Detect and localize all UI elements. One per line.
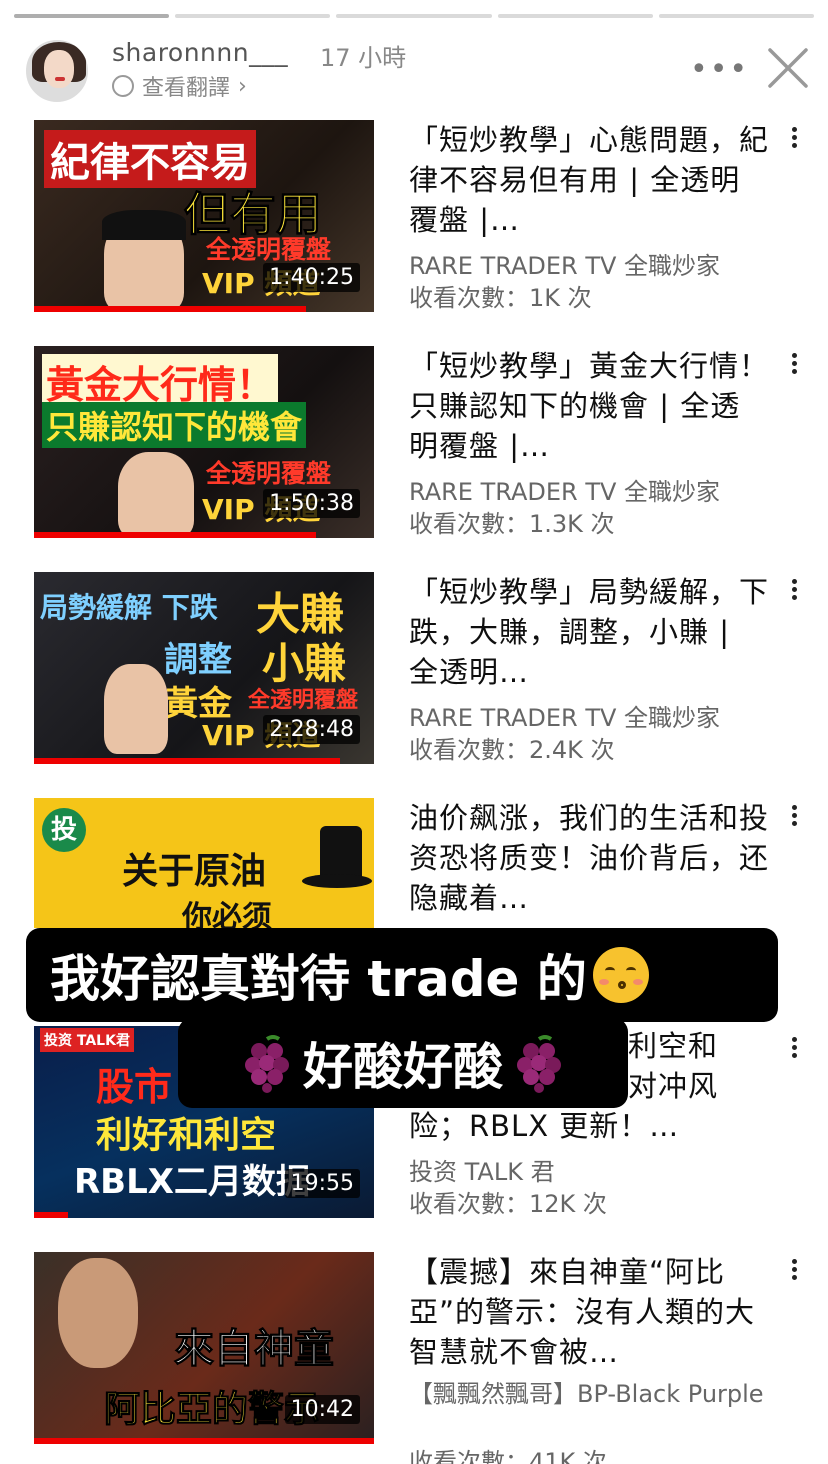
video-thumbnail[interactable]: 局勢緩解 下跌 調整 黃金 大賺 小賺 全透明覆盤 VIP 頻道 2:28:48 (34, 572, 374, 764)
video-title[interactable]: 「短炒教學」局勢緩解，下跌，大賺，調整，小賺 | 全透明… (409, 572, 769, 692)
video-thumbnail[interactable]: 投 关于原油 你必须 (34, 798, 374, 928)
kissing-face-emoji (592, 947, 649, 1003)
thumb-caption: 关于原油 (122, 851, 267, 892)
duration-badge: 10:42 (284, 1395, 360, 1424)
translate-icon (112, 75, 134, 97)
more-icon[interactable]: ••• (690, 52, 749, 87)
close-icon[interactable] (766, 46, 810, 90)
video-title[interactable]: 【震撼】來自神童“阿比亞”的警示：沒有人類的大智慧就不會被… (409, 1252, 769, 1372)
story-text-sticker[interactable]: 我好認真對待 trade 的 (26, 928, 778, 1022)
progress-segment (497, 14, 653, 18)
translate-link[interactable]: 查看翻譯 › (112, 70, 247, 102)
thumb-caption: RBLX二月数据 (74, 1162, 310, 1202)
translate-label: 查看翻譯 (142, 76, 231, 101)
kebab-icon[interactable] (782, 576, 806, 610)
channel-name[interactable]: RARE TRADER TV 全職炒家 (409, 472, 720, 507)
watch-progress-bar (34, 532, 317, 538)
sticker-text: 好酸好酸 (303, 1038, 503, 1096)
progress-segment (175, 14, 331, 18)
video-title[interactable]: 油价飙涨，我们的生活和投资恐将质变！油价背后，还隐藏着… (409, 798, 769, 918)
grape-emoji (517, 1035, 561, 1093)
video-item[interactable]: 來自神童 阿比亞的警示 10:42 【震撼】來自神童“阿比亞”的警示：沒有人類的… (0, 1252, 828, 1464)
grape-emoji (245, 1035, 289, 1093)
thumb-caption: 來自神童 (174, 1326, 335, 1373)
story-header: sharonnnn___ 17 小時 查看翻譯 › ••• (0, 20, 828, 110)
view-count: 收看次數：1K 次 (409, 284, 592, 312)
duration-badge: 1:40:25 (263, 263, 360, 292)
video-thumbnail[interactable]: 黃金大行情！ 只賺認知下的機會 全透明覆盤 VIP 頻道 1:50:38 (34, 346, 374, 538)
thumb-caption: 全透明覆盤 (206, 235, 332, 264)
video-title[interactable]: 利空和 (628, 1026, 778, 1066)
duration-badge: 1:50:38 (263, 489, 360, 518)
thumb-caption: 你必须 (182, 900, 272, 928)
thumb-caption: 利好和利空 (96, 1115, 277, 1156)
video-title[interactable]: 「短炒教學」心態問題，紀律不容易但有用 | 全透明覆盤 |… (409, 120, 769, 240)
thumb-caption: 調整 (164, 640, 232, 680)
thumb-caption: 只賺認知下的機會 (42, 402, 307, 448)
video-thumbnail[interactable]: 紀律不容易 但有用 全透明覆盤 VIP 頻道 1:40:25 (34, 120, 374, 312)
kebab-icon[interactable] (782, 350, 806, 384)
thumb-caption: 局勢緩解 下跌 (40, 591, 218, 624)
watch-progress-bar (34, 758, 340, 764)
progress-segment (14, 14, 170, 18)
video-item[interactable]: 局勢緩解 下跌 調整 黃金 大賺 小賺 全透明覆盤 VIP 頻道 2:28:48… (0, 572, 828, 772)
channel-name[interactable]: 【飄飄然飄哥】BP-Black Purple (409, 1378, 769, 1410)
watch-progress-bar (34, 1438, 374, 1444)
kebab-icon[interactable] (782, 1256, 806, 1290)
thumb-logo: 投资 TALK君 (40, 1028, 134, 1052)
kebab-icon[interactable] (782, 124, 806, 158)
watch-progress-bar (34, 306, 306, 312)
story-progress (14, 14, 815, 19)
chevron-right-icon: › (238, 73, 247, 99)
video-title-line: 险；RBLX 更新！… (409, 1109, 680, 1143)
duration-badge: 2:28:48 (263, 715, 360, 744)
thumb-caption: 黃金大行情！ (42, 354, 279, 409)
watch-progress-bar (34, 1212, 68, 1218)
thumb-caption: 全透明覆盤 (206, 459, 332, 488)
video-title-line: 对冲风 (628, 1069, 719, 1103)
duration-badge: 19:55 (284, 1169, 360, 1198)
video-item[interactable]: 黃金大行情！ 只賺認知下的機會 全透明覆盤 VIP 頻道 1:50:38 「短炒… (0, 346, 828, 546)
channel-name[interactable]: RARE TRADER TV 全職炒家 (409, 698, 720, 733)
avatar[interactable] (24, 38, 90, 104)
story-text-sticker[interactable]: 好酸好酸 (178, 1018, 628, 1108)
username[interactable]: sharonnnn___ (112, 38, 288, 67)
video-thumbnail[interactable]: 來自神童 阿比亞的警示 10:42 (34, 1252, 374, 1444)
time-ago: 17 小時 (320, 44, 407, 72)
thumb-logo: 投 (42, 808, 86, 852)
kebab-icon[interactable] (782, 802, 806, 836)
channel-name[interactable]: RARE TRADER TV 全職炒家 (409, 246, 720, 281)
video-item[interactable]: 紀律不容易 但有用 全透明覆盤 VIP 頻道 1:40:25 「短炒教學」心態問… (0, 120, 828, 320)
thumb-caption: 股市 (96, 1065, 173, 1109)
progress-segment (336, 14, 492, 18)
thumb-caption: 全透明覆盤 (248, 688, 359, 713)
channel-name[interactable]: 投资 TALK 君 (409, 1152, 555, 1187)
view-count: 收看次數：2.4K 次 (409, 736, 615, 764)
kebab-icon[interactable] (782, 1034, 806, 1068)
progress-segment (658, 14, 815, 18)
video-title[interactable]: 「短炒教學」黃金大行情！只賺認知下的機會 | 全透明覆盤 |… (409, 346, 769, 466)
view-count: 收看次數：41K 次 (409, 1448, 607, 1464)
view-count: 收看次數：12K 次 (409, 1190, 607, 1218)
view-count: 收看次數：1.3K 次 (409, 510, 615, 538)
sticker-text: 我好認真對待 trade 的 (50, 950, 587, 1008)
